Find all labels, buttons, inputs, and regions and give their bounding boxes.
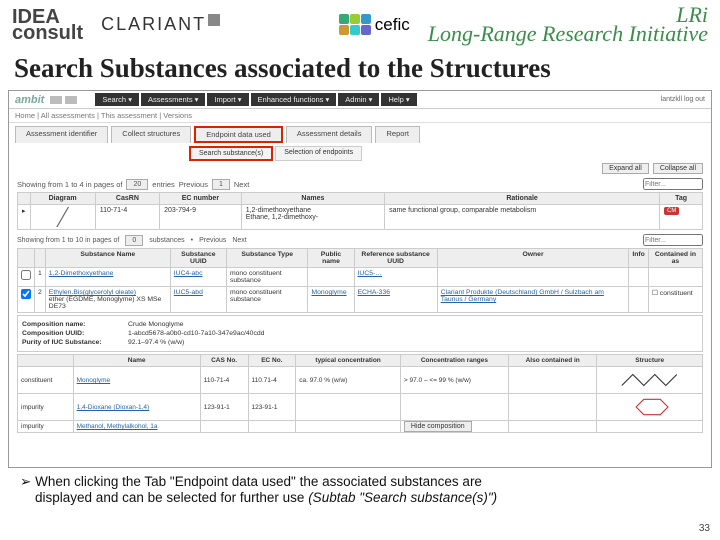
ambit-header: ambit Search ▾ Assessments ▾ Import ▾ En…	[9, 91, 711, 109]
table-row[interactable]: impurity 1,4-Dioxane (Dioxan-1,4) 123-91…	[18, 394, 703, 421]
prev-link[interactable]: Previous	[179, 180, 208, 189]
logo-lri: LRi Long-Range Research Initiative	[428, 6, 708, 43]
structure-diagram	[600, 369, 699, 391]
top-nav: Search ▾ Assessments ▾ Import ▾ Enhanced…	[95, 93, 416, 106]
table-row[interactable]: 2 Ethylen.Bis(glycerolyl oleate)ether (E…	[18, 287, 703, 313]
pager-structures: Showing from 1 to 4 in pages of 20 entri…	[9, 176, 711, 192]
structure-diagram	[35, 207, 91, 227]
row-checkbox[interactable]	[21, 289, 31, 299]
page-title: Search Substances associated to the Stru…	[0, 49, 720, 90]
tag-badge: CM	[664, 207, 679, 215]
subtab-search-substances[interactable]: Search substance(s)	[189, 146, 273, 161]
composition-detail: Composition name:Crude Monoglyme Composi…	[17, 315, 703, 352]
nav-help[interactable]: Help ▾	[381, 93, 416, 106]
logo-cefic: cefic	[339, 14, 410, 35]
next2[interactable]: Next	[232, 237, 246, 244]
user-logout[interactable]: lantzkll log out	[661, 96, 705, 103]
expand-all-button[interactable]: Expand all	[602, 163, 649, 174]
slide-note: ➢ When clicking the Tab "Endpoint data u…	[0, 468, 720, 505]
collapse-all-button[interactable]: Collapse all	[653, 163, 703, 174]
next-link[interactable]: Next	[234, 180, 249, 189]
structures-table: Diagram CasRN EC number Names Rationale …	[17, 192, 703, 230]
table-row[interactable]: impurity Methanol, Methylalkohol, 1a Hid…	[18, 421, 703, 433]
filter-input[interactable]	[643, 178, 703, 190]
breadcrumb[interactable]: Home | All assessments | This assessment…	[9, 109, 711, 123]
logo-bar: IDEA consult CLARIANT cefic LRi Long-Ran…	[0, 0, 720, 49]
structure-diagram	[600, 396, 699, 418]
nav-enhanced[interactable]: Enhanced functions ▾	[251, 93, 337, 106]
prev2[interactable]: Previous	[199, 237, 226, 244]
table-row[interactable]: constituent Monoglyme 110-71-4 110.71-4 …	[18, 367, 703, 394]
substances-table: Substance Name Substance UUID Substance …	[17, 248, 703, 313]
tab-identifier[interactable]: Assessment identifier	[15, 126, 108, 143]
pager-substances: Showing from 1 to 10 in pages of 0 subst…	[9, 230, 711, 248]
row-checkbox[interactable]	[21, 270, 31, 280]
tab-report[interactable]: Report	[375, 126, 420, 143]
tab-details[interactable]: Assessment details	[286, 126, 373, 143]
nav-admin[interactable]: Admin ▾	[338, 93, 379, 106]
subtab-selection-endpoints[interactable]: Selection of endpoints	[275, 146, 362, 161]
logo-idea: IDEA consult	[12, 9, 83, 41]
ambit-logo: ambit	[15, 94, 44, 106]
sub-tabs: Search substance(s) Selection of endpoin…	[9, 143, 711, 161]
pgsize-select[interactable]: 20	[126, 179, 148, 190]
nav-import[interactable]: Import ▾	[207, 93, 248, 106]
nav-assessments[interactable]: Assessments ▾	[141, 93, 205, 106]
page-number: 33	[699, 523, 710, 534]
embedded-screenshot: ambit Search ▾ Assessments ▾ Import ▾ En…	[8, 90, 712, 468]
logo-clariant: CLARIANT	[101, 14, 220, 35]
tab-endpoint-data-used[interactable]: Endpoint data used	[194, 126, 283, 143]
main-tabs: Assessment identifier Collect structures…	[9, 123, 711, 143]
tab-collect[interactable]: Collect structures	[111, 126, 191, 143]
composition-table: Name CAS No. EC No. typical concentratio…	[17, 354, 703, 433]
hide-composition-button[interactable]: Hide composition	[404, 421, 472, 432]
filter-input-2[interactable]	[643, 234, 703, 246]
nav-search[interactable]: Search ▾	[95, 93, 139, 106]
table-row[interactable]: 1 1,2-Dimethoxyethane IUC4-abc mono cons…	[18, 268, 703, 287]
table-row[interactable]: ▸ 110-71-4 203-794-9 1,2-dimethoxyethane…	[18, 205, 703, 230]
